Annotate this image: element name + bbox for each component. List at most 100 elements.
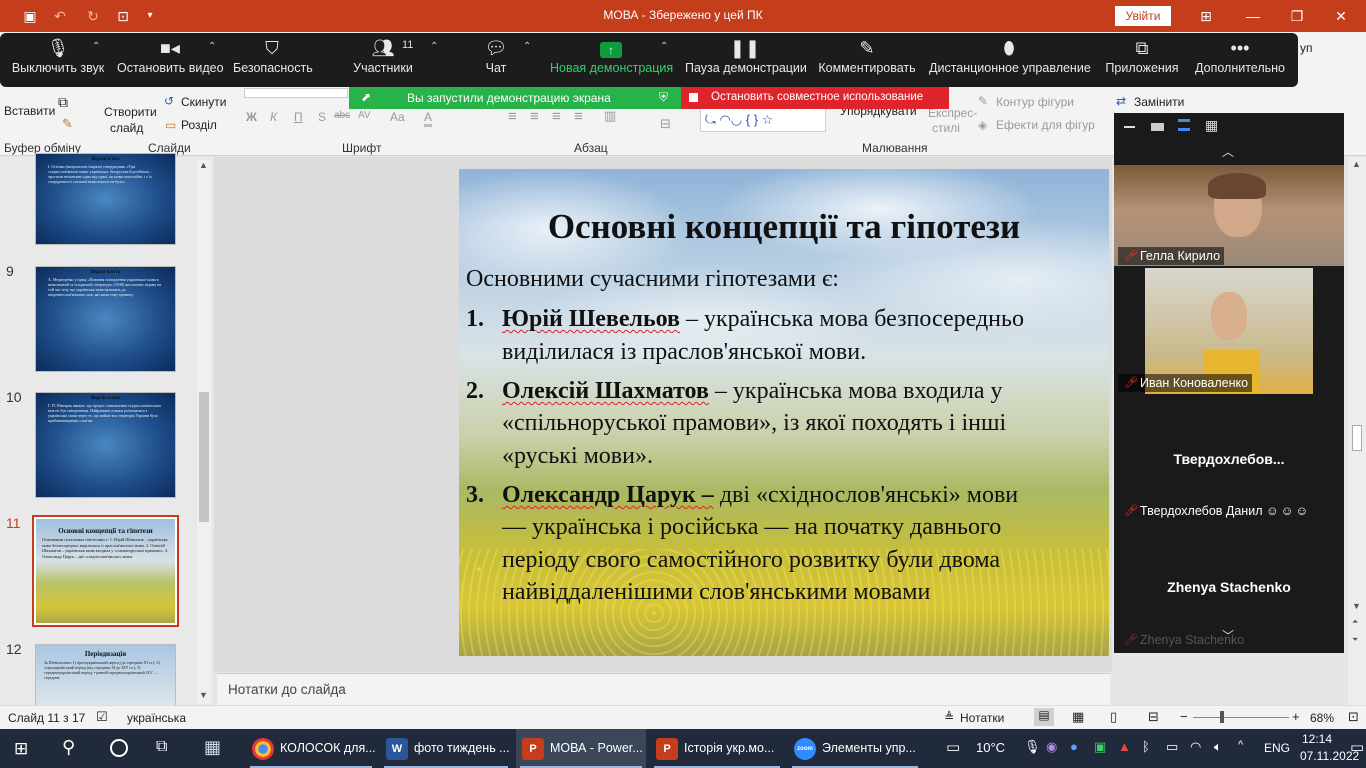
accessibility-icon[interactable]: ☑ — [96, 709, 108, 725]
input-language[interactable]: ENG — [1264, 741, 1290, 755]
copy-icon[interactable]: ⧉ — [58, 94, 68, 111]
stop-share-button[interactable]: Остановить совместное использование — [681, 87, 949, 109]
current-slide[interactable]: Основні концепції та гіпотези Основними … — [459, 169, 1109, 656]
audio-options-caret-icon[interactable]: ⌃ — [92, 41, 100, 52]
sharing-notice-bar[interactable]: ⬈ Вы запустили демонстрацию экрана ⛨ — [349, 87, 681, 109]
tray-app-icon[interactable]: ◉ — [1046, 739, 1057, 755]
paste-button[interactable]: Вставити — [4, 104, 55, 118]
main-scroll-thumb[interactable] — [1352, 425, 1362, 451]
video-options-caret-icon[interactable]: ⌃ — [208, 41, 216, 52]
slide-sorter-icon[interactable]: ▦ — [1072, 709, 1084, 725]
reset-button[interactable]: Скинути — [181, 95, 226, 109]
reading-view-icon[interactable]: ▯ — [1110, 709, 1117, 725]
section-button[interactable]: Розділ — [181, 118, 217, 132]
italic-button[interactable]: К — [270, 110, 277, 124]
calculator-icon[interactable]: ▦ — [204, 737, 221, 758]
replace-button[interactable]: Замінити — [1134, 95, 1184, 109]
close-icon[interactable]: ✕ — [1331, 6, 1351, 26]
shape-outline-button[interactable]: Контур фігури — [996, 95, 1074, 109]
underline-button[interactable]: П — [294, 110, 303, 124]
taskbar-app-powerpoint-active[interactable]: P МОВА - Power... — [516, 729, 646, 768]
share-caret-icon[interactable]: ⌃ — [660, 41, 668, 52]
clock-time[interactable]: 12:14 — [1302, 732, 1332, 746]
notes-pane[interactable]: Нотатки до слайда — [217, 673, 1110, 705]
antivirus-icon[interactable]: ▲ — [1118, 739, 1131, 754]
align-right-icon[interactable]: ≡ — [552, 108, 561, 125]
strikethrough-button[interactable]: abc — [334, 110, 350, 121]
zoom-slider[interactable] — [1193, 717, 1289, 718]
bold-button[interactable]: Ж — [246, 110, 257, 124]
taskbar-app-zoom[interactable]: zoom Элементы упр... — [788, 729, 922, 768]
gallery-scroll-down-icon[interactable]: ﹀ — [1222, 627, 1234, 644]
zoom-slider-thumb[interactable] — [1220, 711, 1224, 723]
slide-thumbnail-9[interactable]: Версія шоста А. Медведенко у праці «Пита… — [35, 266, 176, 372]
language-indicator[interactable]: українська — [127, 711, 186, 725]
notifications-icon[interactable]: ▭ — [1350, 738, 1364, 756]
tray-green-icon[interactable]: ▣ — [1094, 739, 1106, 755]
font-name-input[interactable] — [244, 88, 348, 98]
smartart-icon[interactable]: ⊟ — [660, 116, 671, 132]
slideshow-icon[interactable]: ⊟ — [1148, 709, 1159, 725]
fit-to-window-icon[interactable]: ⊡ — [1348, 709, 1359, 725]
format-painter-icon[interactable]: ✎ — [62, 116, 73, 132]
show-hidden-icons[interactable]: ^ — [1238, 739, 1243, 751]
wifi-icon[interactable]: ◠ — [1190, 739, 1201, 755]
slide-thumbnail-12[interactable]: Періодизація За Шевельовим: 1) протоукра… — [35, 644, 176, 708]
notes-toggle-button[interactable]: Нотатки — [960, 711, 1004, 725]
spacing-button[interactable]: AV — [358, 110, 371, 121]
main-scroll-up-icon[interactable]: ▲ — [1352, 159, 1361, 169]
volume-icon[interactable]: 🔈︎ — [1214, 739, 1222, 755]
cortana-icon[interactable] — [110, 739, 128, 757]
windows-start-icon[interactable]: ⊞ — [14, 739, 28, 759]
microphone-tray-icon[interactable]: 🎙︎ — [1024, 739, 1041, 755]
signin-button[interactable]: Увійти — [1115, 6, 1171, 26]
weather-icon[interactable]: ▭ — [946, 738, 960, 756]
main-scrollbar[interactable]: ▲ ▼ ⏶ ⏷ — [1348, 157, 1366, 705]
search-icon[interactable]: ⚲ — [62, 737, 75, 758]
slide-thumbnail-11-selected[interactable]: Основні концепції та гіпотези Основними … — [32, 515, 179, 627]
next-slide-icon[interactable]: ⏷ — [1352, 635, 1358, 645]
scroll-thumb[interactable] — [199, 392, 209, 522]
restore-icon[interactable]: ❐ — [1287, 6, 1307, 26]
strip-view-icon[interactable] — [1178, 119, 1190, 131]
participant-video-3[interactable]: Твердохлебов... 🎤︎ Твердохлебов Данил ☺☺☺ — [1114, 396, 1344, 523]
columns-icon[interactable]: ▥ — [604, 108, 616, 124]
weather-temperature[interactable]: 10°C — [976, 740, 1005, 755]
remote-control-button[interactable]: ⬮ Дистанционное управление — [929, 33, 1091, 87]
taskbar-app-word[interactable]: Wфото тиждень ... — [380, 729, 512, 768]
quick-styles-label[interactable]: стилі — [932, 121, 960, 135]
shapes-gallery[interactable]: ⤿ ◠◡ { } ☆ — [700, 108, 826, 132]
chat-caret-icon[interactable]: ⌃ — [523, 41, 531, 52]
minimize-gallery-icon[interactable] — [1124, 126, 1135, 128]
slide-thumbnail-10[interactable]: Версія сьома Г. П. Півторак вважає, що п… — [35, 392, 176, 498]
align-center-icon[interactable]: ≡ — [530, 108, 539, 125]
new-share-button[interactable]: ↑ Новая демонстрация — [550, 33, 673, 87]
thumbnails-scrollbar[interactable]: ▲ ▼ — [197, 160, 211, 704]
new-slide-label[interactable]: слайд — [110, 121, 143, 135]
font-color-button[interactable]: A — [424, 110, 433, 127]
network-icon[interactable]: ▭ — [1166, 739, 1178, 755]
align-left-icon[interactable]: ≡ — [508, 108, 517, 125]
shadow-button[interactable]: S — [318, 110, 326, 124]
gallery-view-icon[interactable]: ▦ — [1205, 117, 1218, 134]
bluetooth-icon[interactable]: ᛒ — [1142, 739, 1150, 754]
shape-effects-button[interactable]: Ефекти для фігур — [996, 118, 1095, 132]
gallery-scroll-up-icon[interactable]: ︿ — [1222, 143, 1234, 160]
participant-video-2[interactable]: 🎤︎ Иван Коноваленко — [1114, 268, 1344, 394]
annotate-button[interactable]: ✎ Комментировать — [818, 33, 916, 87]
change-case-button[interactable]: Aa — [390, 110, 405, 124]
justify-icon[interactable]: ≡ — [574, 108, 583, 125]
participants-caret-icon[interactable]: ⌃ — [430, 41, 438, 52]
chat-button[interactable]: 💬︎ Чат — [480, 33, 512, 87]
task-view-icon[interactable]: ⧉ — [156, 738, 167, 756]
scroll-down-icon[interactable]: ▼ — [199, 690, 208, 700]
main-scroll-down-icon[interactable]: ▼ — [1352, 601, 1361, 611]
taskbar-app-chrome[interactable]: КОЛОСОК для... — [246, 729, 376, 768]
pause-share-button[interactable]: ❚❚ Пауза демонстрации — [685, 33, 807, 87]
speaker-view-icon[interactable] — [1151, 123, 1164, 131]
scroll-up-icon[interactable]: ▲ — [199, 160, 208, 170]
zoom-out-icon[interactable]: − — [1180, 709, 1188, 724]
new-slide-button[interactable]: Створити — [104, 105, 157, 119]
apps-button[interactable]: ⧉ Приложения — [1104, 33, 1180, 87]
participant-video-1[interactable]: 🎤︎ Гелла Кирило — [1114, 165, 1344, 266]
